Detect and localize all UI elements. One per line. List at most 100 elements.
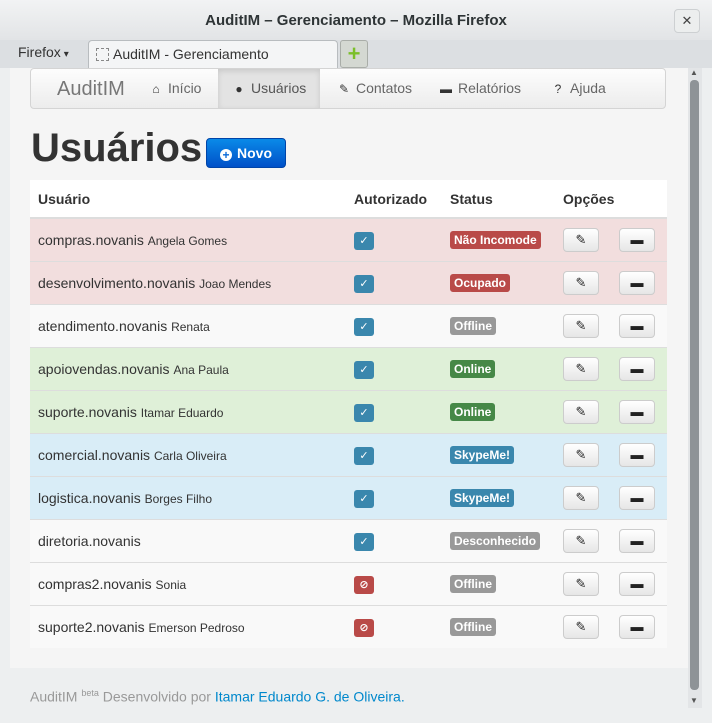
authorized-cell: ✓ bbox=[346, 390, 442, 434]
message-user-button[interactable]: ▬ bbox=[619, 529, 655, 553]
pencil-icon: ✎ bbox=[575, 275, 587, 290]
nav-item-ajuda[interactable]: ? Ajuda bbox=[545, 69, 625, 108]
edit-user-button[interactable]: ✎ bbox=[563, 357, 599, 381]
table-row: suporte2.novanis Emerson Pedroso ⊘ Offline… bbox=[30, 605, 667, 648]
status-cell: Não Incomode bbox=[442, 217, 555, 262]
authorized-check-icon: ✓ bbox=[354, 489, 374, 508]
comment-icon: ▬ bbox=[630, 318, 644, 333]
close-icon[interactable]: ✕ bbox=[674, 9, 700, 33]
edit-user-button[interactable]: ✎ bbox=[563, 615, 599, 639]
edit-user-button[interactable]: ✎ bbox=[563, 271, 599, 295]
comment-icon: ▬ bbox=[630, 361, 644, 376]
user-cell: suporte2.novanis Emerson Pedroso bbox=[30, 605, 346, 648]
status-cell: Desconhecido bbox=[442, 519, 555, 563]
column-header-authorized: Autorizado bbox=[346, 180, 442, 219]
comment-icon: ▬ bbox=[630, 490, 644, 505]
authorized-check-icon: ✓ bbox=[354, 403, 374, 422]
authorized-check-icon: ✓ bbox=[354, 532, 374, 551]
user-login: suporte.novanis bbox=[38, 404, 137, 420]
table-row: comercial.novanis Carla Oliveira ✓ SkypeMe… bbox=[30, 433, 667, 477]
edit-user-button[interactable]: ✎ bbox=[563, 400, 599, 424]
authorized-check-icon: ✓ bbox=[354, 274, 374, 293]
nav-item-inicio[interactable]: ⌂ Início bbox=[139, 69, 219, 108]
users-table: Usuário Autorizado Status Opções compras… bbox=[30, 180, 667, 648]
scrollbar-thumb[interactable] bbox=[690, 80, 699, 690]
status-badge: Offline bbox=[450, 575, 496, 593]
status-cell: Ocupado bbox=[442, 261, 555, 305]
edit-user-button[interactable]: ✎ bbox=[563, 529, 599, 553]
edit-user-button[interactable]: ✎ bbox=[563, 228, 599, 252]
message-user-button[interactable]: ▬ bbox=[619, 615, 655, 639]
navbar-brand[interactable]: AuditIM bbox=[57, 78, 125, 101]
table-row: compras2.novanis Sonia ⊘ Offline ✎ ▬ bbox=[30, 562, 667, 606]
pencil-icon: ✎ bbox=[575, 619, 587, 634]
author-link[interactable]: Itamar Eduardo G. de Oliveira. bbox=[215, 689, 405, 705]
edit-user-button[interactable]: ✎ bbox=[563, 443, 599, 467]
message-user-button[interactable]: ▬ bbox=[619, 314, 655, 338]
user-full-name: Renata bbox=[171, 320, 210, 334]
comment-icon: ▬ bbox=[630, 576, 644, 591]
nav-item-usuarios[interactable]: ● Usuários bbox=[218, 69, 320, 108]
not-authorized-ban-icon: ⊘ bbox=[354, 575, 374, 594]
vertical-scrollbar[interactable]: ▲ ▼ bbox=[688, 68, 702, 708]
question-icon: ? bbox=[554, 82, 562, 96]
user-full-name: Carla Oliveira bbox=[153, 449, 227, 463]
comment-icon: ▬ bbox=[630, 533, 644, 548]
status-badge: Desconhecido bbox=[450, 532, 541, 550]
firefox-menu-button[interactable]: Firefox ▾ bbox=[18, 44, 69, 60]
edit-user-button[interactable]: ✎ bbox=[563, 486, 599, 510]
new-user-button[interactable]: + Novo bbox=[206, 138, 286, 168]
edit-user-button[interactable]: ✎ bbox=[563, 572, 599, 596]
message-user-button[interactable]: ▬ bbox=[619, 357, 655, 381]
table-body: compras.novanis Angela Gomes ✓ Não Incomod… bbox=[30, 217, 667, 648]
column-header-user: Usuário bbox=[30, 180, 346, 219]
pencil-icon: ✎ bbox=[575, 361, 587, 376]
pencil-icon: ✎ bbox=[575, 490, 587, 505]
message-user-button[interactable]: ▬ bbox=[619, 228, 655, 252]
message-user-button[interactable]: ▬ bbox=[619, 572, 655, 596]
nav-item-contatos[interactable]: ✎ Contatos bbox=[331, 69, 421, 108]
user-cell: logistica.novanis Borges Filho bbox=[30, 476, 346, 520]
user-login: compras2.novanis bbox=[38, 576, 152, 592]
scroll-up-icon[interactable]: ▲ bbox=[690, 68, 698, 77]
user-login: logistica.novanis bbox=[38, 490, 141, 506]
user-full-name: Sonia bbox=[155, 578, 187, 592]
column-header-status: Status bbox=[442, 180, 555, 219]
comment-icon: ▬ bbox=[630, 404, 644, 419]
authorized-cell: ✓ bbox=[346, 476, 442, 520]
table-header-row: Usuário Autorizado Status Opções bbox=[30, 180, 667, 219]
status-cell: Online bbox=[442, 347, 555, 391]
message-user-button[interactable]: ▬ bbox=[619, 271, 655, 295]
options-cell: ✎ ▬ bbox=[555, 304, 667, 348]
authorized-check-icon: ✓ bbox=[354, 360, 374, 379]
authorized-cell: ⊘ bbox=[346, 562, 442, 606]
message-user-button[interactable]: ▬ bbox=[619, 400, 655, 424]
authorized-cell: ✓ bbox=[346, 347, 442, 391]
new-tab-button[interactable]: + bbox=[340, 40, 368, 68]
nav-item-relatorios[interactable]: ▬ Relatórios bbox=[433, 69, 533, 108]
message-user-button[interactable]: ▬ bbox=[619, 486, 655, 510]
edit-user-button[interactable]: ✎ bbox=[563, 314, 599, 338]
user-login: desenvolvimento.novanis bbox=[38, 275, 196, 291]
scroll-down-icon[interactable]: ▼ bbox=[690, 696, 698, 705]
edit-icon: ✎ bbox=[338, 82, 350, 96]
nav-label: Contatos bbox=[356, 80, 413, 96]
browser-tab[interactable]: AuditIM - Gerenciamento bbox=[88, 40, 338, 68]
status-cell: Offline bbox=[442, 562, 555, 606]
nav-label: Usuários bbox=[251, 80, 307, 96]
options-cell: ✎ ▬ bbox=[555, 390, 667, 434]
status-cell: SkypeMe! bbox=[442, 476, 555, 520]
footer-text: Desenvolvido por bbox=[102, 688, 211, 705]
user-full-name: Angela Gomes bbox=[147, 234, 228, 248]
nav-label: Relatórios bbox=[458, 80, 522, 96]
comment-icon: ▬ bbox=[630, 275, 644, 290]
message-user-button[interactable]: ▬ bbox=[619, 443, 655, 467]
pencil-icon: ✎ bbox=[575, 447, 587, 462]
pencil-icon: ✎ bbox=[575, 533, 587, 548]
user-cell: suporte.novanis Itamar Eduardo bbox=[30, 390, 346, 434]
user-login: diretoria.novanis bbox=[38, 533, 141, 549]
home-icon: ⌂ bbox=[152, 82, 160, 96]
authorized-check-icon: ✓ bbox=[354, 317, 374, 336]
top-navbar: AuditIM ⌂ Início ● Usuários ✎ Contatos ▬ Rel… bbox=[30, 68, 666, 109]
chevron-down-icon: ▾ bbox=[63, 49, 69, 60]
